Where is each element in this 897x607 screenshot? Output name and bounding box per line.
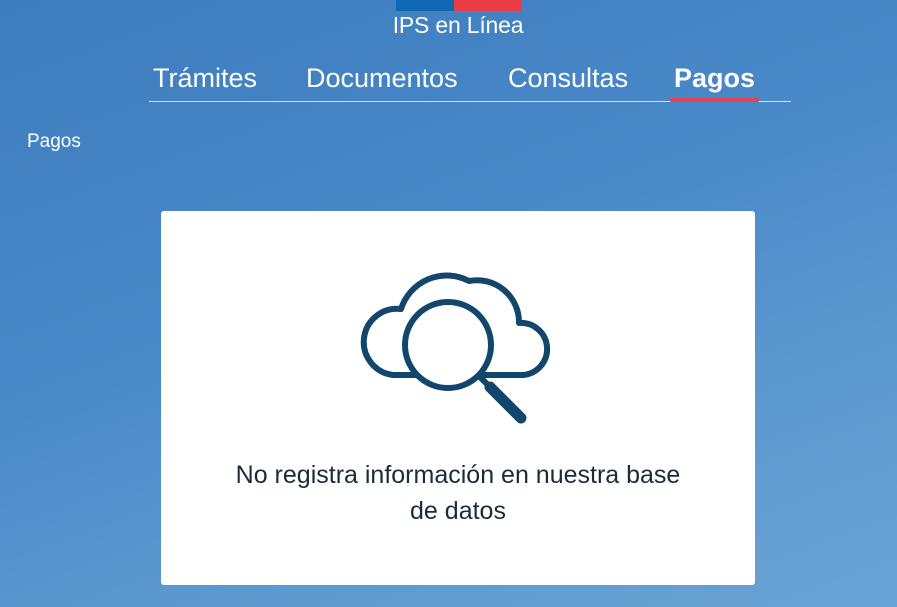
tab-label: Pagos xyxy=(674,63,756,93)
cloud-search-icon xyxy=(360,272,550,424)
tab-documentos[interactable]: Documentos xyxy=(306,60,458,101)
gov-flag-bar xyxy=(396,0,522,11)
tab-label: Consultas xyxy=(508,63,629,93)
empty-state-message-line1: No registra información en nuestra base xyxy=(235,461,681,489)
empty-state-message: No registra información en nuestra base … xyxy=(161,457,755,529)
tab-label: Trámites xyxy=(153,63,258,93)
flag-blue-stripe xyxy=(396,0,454,11)
tab-label: Documentos xyxy=(306,63,458,93)
flag-red-stripe xyxy=(454,0,522,11)
breadcrumb: Pagos xyxy=(27,131,81,152)
app-title: IPS en Línea xyxy=(392,12,524,38)
empty-state-card: No registra información en nuestra base … xyxy=(161,211,755,585)
tab-tramites[interactable]: Trámites xyxy=(153,60,257,101)
active-tab-indicator xyxy=(670,98,760,102)
empty-state-message-line2: de datos xyxy=(410,497,506,525)
tab-consultas[interactable]: Consultas xyxy=(508,60,628,101)
tab-pagos[interactable]: Pagos xyxy=(670,60,760,102)
main-nav: Trámites Documentos Consultas Pagos xyxy=(149,60,791,102)
